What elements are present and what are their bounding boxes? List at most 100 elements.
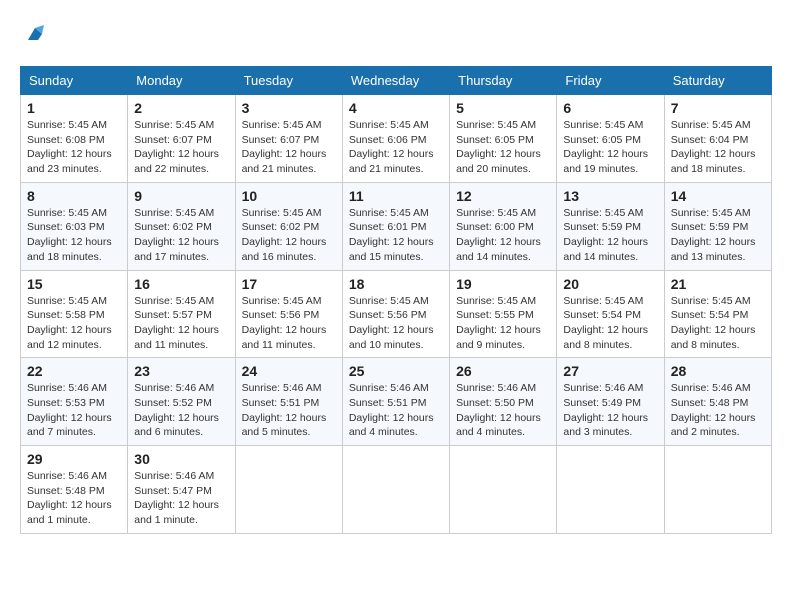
calendar-header-sunday: Sunday <box>21 67 128 95</box>
day-info: Sunrise: 5:45 AMSunset: 5:56 PMDaylight:… <box>242 294 336 353</box>
calendar-cell: 18 Sunrise: 5:45 AMSunset: 5:56 PMDaylig… <box>342 270 449 358</box>
day-number: 30 <box>134 451 228 467</box>
calendar-cell: 23 Sunrise: 5:46 AMSunset: 5:52 PMDaylig… <box>128 358 235 446</box>
calendar-cell: 22 Sunrise: 5:46 AMSunset: 5:53 PMDaylig… <box>21 358 128 446</box>
calendar-header-friday: Friday <box>557 67 664 95</box>
day-info: Sunrise: 5:45 AMSunset: 6:03 PMDaylight:… <box>27 206 121 265</box>
calendar-cell: 17 Sunrise: 5:45 AMSunset: 5:56 PMDaylig… <box>235 270 342 358</box>
calendar-header-saturday: Saturday <box>664 67 771 95</box>
day-number: 11 <box>349 188 443 204</box>
calendar-cell: 30 Sunrise: 5:46 AMSunset: 5:47 PMDaylig… <box>128 446 235 534</box>
day-number: 24 <box>242 363 336 379</box>
calendar-cell: 16 Sunrise: 5:45 AMSunset: 5:57 PMDaylig… <box>128 270 235 358</box>
calendar-header-monday: Monday <box>128 67 235 95</box>
calendar-cell: 25 Sunrise: 5:46 AMSunset: 5:51 PMDaylig… <box>342 358 449 446</box>
day-info: Sunrise: 5:45 AMSunset: 6:08 PMDaylight:… <box>27 118 121 177</box>
day-info: Sunrise: 5:46 AMSunset: 5:50 PMDaylight:… <box>456 381 550 440</box>
day-number: 15 <box>27 276 121 292</box>
day-info: Sunrise: 5:46 AMSunset: 5:49 PMDaylight:… <box>563 381 657 440</box>
day-info: Sunrise: 5:45 AMSunset: 5:58 PMDaylight:… <box>27 294 121 353</box>
calendar-cell: 20 Sunrise: 5:45 AMSunset: 5:54 PMDaylig… <box>557 270 664 358</box>
day-info: Sunrise: 5:45 AMSunset: 6:01 PMDaylight:… <box>349 206 443 265</box>
calendar-cell <box>557 446 664 534</box>
day-number: 9 <box>134 188 228 204</box>
calendar-cell: 1 Sunrise: 5:45 AMSunset: 6:08 PMDayligh… <box>21 95 128 183</box>
calendar-cell: 28 Sunrise: 5:46 AMSunset: 5:48 PMDaylig… <box>664 358 771 446</box>
calendar-header-thursday: Thursday <box>450 67 557 95</box>
day-info: Sunrise: 5:46 AMSunset: 5:48 PMDaylight:… <box>671 381 765 440</box>
day-info: Sunrise: 5:46 AMSunset: 5:48 PMDaylight:… <box>27 469 121 528</box>
calendar-cell <box>235 446 342 534</box>
calendar-week-5: 29 Sunrise: 5:46 AMSunset: 5:48 PMDaylig… <box>21 446 772 534</box>
day-info: Sunrise: 5:45 AMSunset: 5:54 PMDaylight:… <box>671 294 765 353</box>
calendar-cell <box>342 446 449 534</box>
calendar-cell: 2 Sunrise: 5:45 AMSunset: 6:07 PMDayligh… <box>128 95 235 183</box>
calendar-cell: 5 Sunrise: 5:45 AMSunset: 6:05 PMDayligh… <box>450 95 557 183</box>
day-number: 19 <box>456 276 550 292</box>
calendar-cell: 24 Sunrise: 5:46 AMSunset: 5:51 PMDaylig… <box>235 358 342 446</box>
calendar-cell: 9 Sunrise: 5:45 AMSunset: 6:02 PMDayligh… <box>128 182 235 270</box>
day-info: Sunrise: 5:45 AMSunset: 6:04 PMDaylight:… <box>671 118 765 177</box>
day-info: Sunrise: 5:45 AMSunset: 6:05 PMDaylight:… <box>563 118 657 177</box>
calendar-cell: 12 Sunrise: 5:45 AMSunset: 6:00 PMDaylig… <box>450 182 557 270</box>
day-number: 26 <box>456 363 550 379</box>
day-info: Sunrise: 5:45 AMSunset: 5:54 PMDaylight:… <box>563 294 657 353</box>
calendar-cell <box>450 446 557 534</box>
day-info: Sunrise: 5:45 AMSunset: 6:02 PMDaylight:… <box>242 206 336 265</box>
day-info: Sunrise: 5:45 AMSunset: 5:59 PMDaylight:… <box>671 206 765 265</box>
day-number: 20 <box>563 276 657 292</box>
day-info: Sunrise: 5:45 AMSunset: 5:57 PMDaylight:… <box>134 294 228 353</box>
day-number: 3 <box>242 100 336 116</box>
day-number: 13 <box>563 188 657 204</box>
day-info: Sunrise: 5:46 AMSunset: 5:51 PMDaylight:… <box>242 381 336 440</box>
calendar-cell: 10 Sunrise: 5:45 AMSunset: 6:02 PMDaylig… <box>235 182 342 270</box>
day-number: 22 <box>27 363 121 379</box>
calendar-cell: 15 Sunrise: 5:45 AMSunset: 5:58 PMDaylig… <box>21 270 128 358</box>
day-number: 2 <box>134 100 228 116</box>
day-info: Sunrise: 5:45 AMSunset: 6:00 PMDaylight:… <box>456 206 550 265</box>
day-number: 12 <box>456 188 550 204</box>
day-number: 4 <box>349 100 443 116</box>
day-info: Sunrise: 5:45 AMSunset: 5:55 PMDaylight:… <box>456 294 550 353</box>
page-header <box>20 20 772 50</box>
calendar-cell: 7 Sunrise: 5:45 AMSunset: 6:04 PMDayligh… <box>664 95 771 183</box>
day-info: Sunrise: 5:45 AMSunset: 6:02 PMDaylight:… <box>134 206 228 265</box>
day-number: 8 <box>27 188 121 204</box>
day-info: Sunrise: 5:46 AMSunset: 5:52 PMDaylight:… <box>134 381 228 440</box>
logo-icon <box>20 20 50 50</box>
calendar-cell: 8 Sunrise: 5:45 AMSunset: 6:03 PMDayligh… <box>21 182 128 270</box>
calendar-header-tuesday: Tuesday <box>235 67 342 95</box>
calendar-cell: 19 Sunrise: 5:45 AMSunset: 5:55 PMDaylig… <box>450 270 557 358</box>
day-info: Sunrise: 5:46 AMSunset: 5:47 PMDaylight:… <box>134 469 228 528</box>
day-info: Sunrise: 5:45 AMSunset: 5:56 PMDaylight:… <box>349 294 443 353</box>
calendar-cell: 26 Sunrise: 5:46 AMSunset: 5:50 PMDaylig… <box>450 358 557 446</box>
calendar-week-1: 1 Sunrise: 5:45 AMSunset: 6:08 PMDayligh… <box>21 95 772 183</box>
day-number: 10 <box>242 188 336 204</box>
day-number: 14 <box>671 188 765 204</box>
day-info: Sunrise: 5:45 AMSunset: 6:05 PMDaylight:… <box>456 118 550 177</box>
day-number: 23 <box>134 363 228 379</box>
calendar-cell: 11 Sunrise: 5:45 AMSunset: 6:01 PMDaylig… <box>342 182 449 270</box>
calendar-cell: 6 Sunrise: 5:45 AMSunset: 6:05 PMDayligh… <box>557 95 664 183</box>
calendar-cell: 4 Sunrise: 5:45 AMSunset: 6:06 PMDayligh… <box>342 95 449 183</box>
calendar-header-wednesday: Wednesday <box>342 67 449 95</box>
day-info: Sunrise: 5:46 AMSunset: 5:53 PMDaylight:… <box>27 381 121 440</box>
calendar-week-4: 22 Sunrise: 5:46 AMSunset: 5:53 PMDaylig… <box>21 358 772 446</box>
calendar-week-3: 15 Sunrise: 5:45 AMSunset: 5:58 PMDaylig… <box>21 270 772 358</box>
calendar-cell: 13 Sunrise: 5:45 AMSunset: 5:59 PMDaylig… <box>557 182 664 270</box>
day-number: 16 <box>134 276 228 292</box>
day-info: Sunrise: 5:45 AMSunset: 6:06 PMDaylight:… <box>349 118 443 177</box>
calendar-cell: 27 Sunrise: 5:46 AMSunset: 5:49 PMDaylig… <box>557 358 664 446</box>
day-info: Sunrise: 5:45 AMSunset: 6:07 PMDaylight:… <box>134 118 228 177</box>
day-number: 28 <box>671 363 765 379</box>
logo <box>20 20 54 50</box>
day-number: 27 <box>563 363 657 379</box>
day-number: 21 <box>671 276 765 292</box>
day-number: 18 <box>349 276 443 292</box>
day-number: 7 <box>671 100 765 116</box>
calendar-cell: 21 Sunrise: 5:45 AMSunset: 5:54 PMDaylig… <box>664 270 771 358</box>
calendar-cell <box>664 446 771 534</box>
calendar-week-2: 8 Sunrise: 5:45 AMSunset: 6:03 PMDayligh… <box>21 182 772 270</box>
day-number: 5 <box>456 100 550 116</box>
calendar-table: SundayMondayTuesdayWednesdayThursdayFrid… <box>20 66 772 534</box>
